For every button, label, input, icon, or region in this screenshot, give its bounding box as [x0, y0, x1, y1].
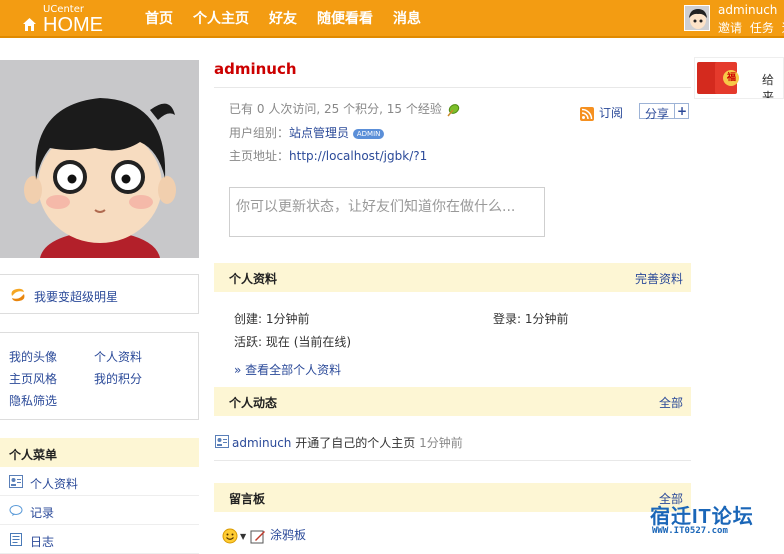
menu-item-profile[interactable]: 个人资料: [0, 468, 199, 496]
feed-section-title: 个人动态: [229, 396, 278, 410]
nav-item-home[interactable]: 首页: [145, 0, 183, 38]
complete-profile-link[interactable]: 完善资料: [635, 270, 683, 287]
credit-label: 个积分,: [343, 102, 383, 116]
feed-time: 1分钟前: [419, 436, 463, 450]
wall-section-header: 留言板 全部: [214, 483, 691, 512]
nav-item-messages[interactable]: 消息: [393, 0, 431, 38]
ad-text: 给来: [762, 73, 775, 99]
feed-section-header: 个人动态 全部: [214, 387, 691, 416]
graffiti-pen-icon[interactable]: [250, 528, 266, 544]
profile-card-icon: [215, 435, 229, 448]
home-url-link[interactable]: http://localhost/jgbk/?1: [289, 149, 427, 163]
created-row: 创建: 1分钟前: [234, 310, 310, 327]
menu-label-records: 记录: [30, 506, 55, 520]
profile-avatar[interactable]: [0, 60, 199, 258]
divider: [214, 460, 691, 461]
wall-toolbar: ▼ 涂鸦板: [222, 526, 306, 546]
menu-item-blog[interactable]: 日志: [0, 526, 199, 554]
my-credits-link[interactable]: 我的积分: [94, 370, 142, 387]
profile-username[interactable]: adminuch: [214, 60, 297, 78]
watermark-title: 宿迁IT论坛: [650, 506, 754, 528]
share-button[interactable]: 分享 +: [639, 103, 689, 121]
wall-section-title: 留言板: [229, 492, 266, 506]
cartoon-avatar-image: [0, 60, 199, 258]
credit-count: 25: [323, 102, 340, 116]
quick-links: 我的头像 个人资料 主页风格 我的积分 隐私筛选: [0, 332, 199, 420]
group-value-link[interactable]: 站点管理员: [289, 126, 349, 140]
login-label: 登录:: [493, 312, 522, 326]
nav-item-profile[interactable]: 个人主页: [193, 0, 259, 38]
stats-prefix: 已有: [229, 102, 254, 116]
user-links: 邀请 任务 道: [718, 19, 784, 36]
feed-all-link[interactable]: 全部: [659, 394, 683, 411]
profile-info-link[interactable]: 个人资料: [94, 348, 142, 365]
home-style-link[interactable]: 主页风格: [9, 370, 57, 387]
nav-item-browse[interactable]: 随便看看: [317, 0, 383, 38]
red-packet-ad[interactable]: 福 给来: [694, 57, 784, 99]
rss-icon: [580, 106, 594, 121]
blog-doc-icon: [10, 533, 22, 546]
my-avatar-link[interactable]: 我的头像: [9, 348, 57, 365]
avatar-face-icon: [685, 6, 709, 30]
main-nav: 首页 个人主页 好友 随便看看 消息: [145, 0, 441, 38]
task-link[interactable]: 任务: [750, 21, 774, 35]
created-label: 创建:: [234, 312, 263, 326]
personal-menu-title: 个人菜单: [0, 438, 199, 467]
profile-stats: 已有 0 人次访问, 25 个积分, 15 个经验: [229, 100, 460, 117]
top-nav-bar: UCenter HOME 首页 个人主页 好友 随便看看 消息 adminuch…: [0, 0, 784, 38]
exp-count: 15: [386, 102, 403, 116]
smiley-icon[interactable]: [222, 528, 238, 544]
user-panel: adminuch 邀请 任务 道: [684, 3, 784, 35]
admin-badge: ADMIN: [352, 128, 385, 139]
home-url-label: 主页地址：: [229, 149, 290, 163]
user-group-row: 用户组别：站点管理员 ADMIN: [229, 124, 385, 141]
watermark-url: WWW.IT0527.com: [652, 526, 728, 536]
profile-card-icon: [9, 475, 23, 488]
leaf-icon: [447, 103, 459, 116]
forum-watermark: 宿迁IT论坛 WWW.IT0527.com: [650, 500, 784, 549]
feed-text: 开通了自己的个人主页: [295, 436, 416, 450]
active-label: 活跃:: [234, 335, 263, 349]
superstar-box[interactable]: 我要变超级明星: [0, 274, 199, 314]
home-url-row: 主页地址：http://localhost/jgbk/?1: [229, 147, 427, 164]
nav-item-friends[interactable]: 好友: [269, 0, 307, 38]
header-username[interactable]: adminuch: [718, 3, 777, 17]
ad-fu-text: 福: [727, 73, 737, 83]
view-all-profile-link[interactable]: » 查看全部个人资料: [234, 361, 341, 378]
visit-label: 人次访问,: [268, 102, 321, 116]
menu-label-profile: 个人资料: [30, 477, 79, 491]
graffiti-link[interactable]: 涂鸦板: [270, 528, 306, 542]
logo-big-text: HOME: [43, 14, 103, 36]
user-avatar[interactable]: [684, 5, 710, 31]
privacy-filter-link[interactable]: 隐私筛选: [9, 392, 57, 409]
superstar-icon: [11, 288, 25, 302]
chevron-down-icon[interactable]: ▼: [240, 532, 246, 541]
status-input[interactable]: 你可以更新状态，让好友们知道你在做什么...: [229, 187, 545, 237]
active-value: 现在 (当前在线): [265, 335, 352, 349]
invite-link[interactable]: 邀请: [718, 21, 742, 35]
share-plus-icon[interactable]: +: [674, 104, 689, 118]
info-section-title: 个人资料: [229, 272, 278, 286]
speech-bubble-icon: [9, 505, 23, 516]
menu-item-records[interactable]: 记录: [0, 497, 199, 525]
superstar-link[interactable]: 我要变超级明星: [34, 288, 118, 305]
visit-count: 0: [256, 102, 265, 116]
subscribe-button[interactable]: 订阅: [580, 104, 623, 121]
created-value: 1分钟前: [265, 312, 310, 326]
feed-entry: adminuch 开通了自己的个人主页 1分钟前: [215, 434, 463, 451]
login-value: 1分钟前: [524, 312, 569, 326]
exp-label: 个经验: [405, 102, 442, 116]
red-envelope-icon: [697, 62, 739, 94]
divider: [214, 87, 691, 88]
feed-user-link[interactable]: adminuch: [232, 436, 291, 450]
group-label: 用户组别：: [229, 126, 290, 140]
menu-label-blog: 日志: [30, 535, 55, 549]
info-section-header: 个人资料 完善资料: [214, 263, 691, 292]
home-icon: [23, 18, 36, 31]
subscribe-label: 订阅: [599, 106, 624, 120]
login-row: 登录: 1分钟前: [493, 310, 569, 327]
share-label: 分享: [645, 107, 670, 121]
active-row: 活跃: 现在 (当前在线): [234, 333, 351, 350]
